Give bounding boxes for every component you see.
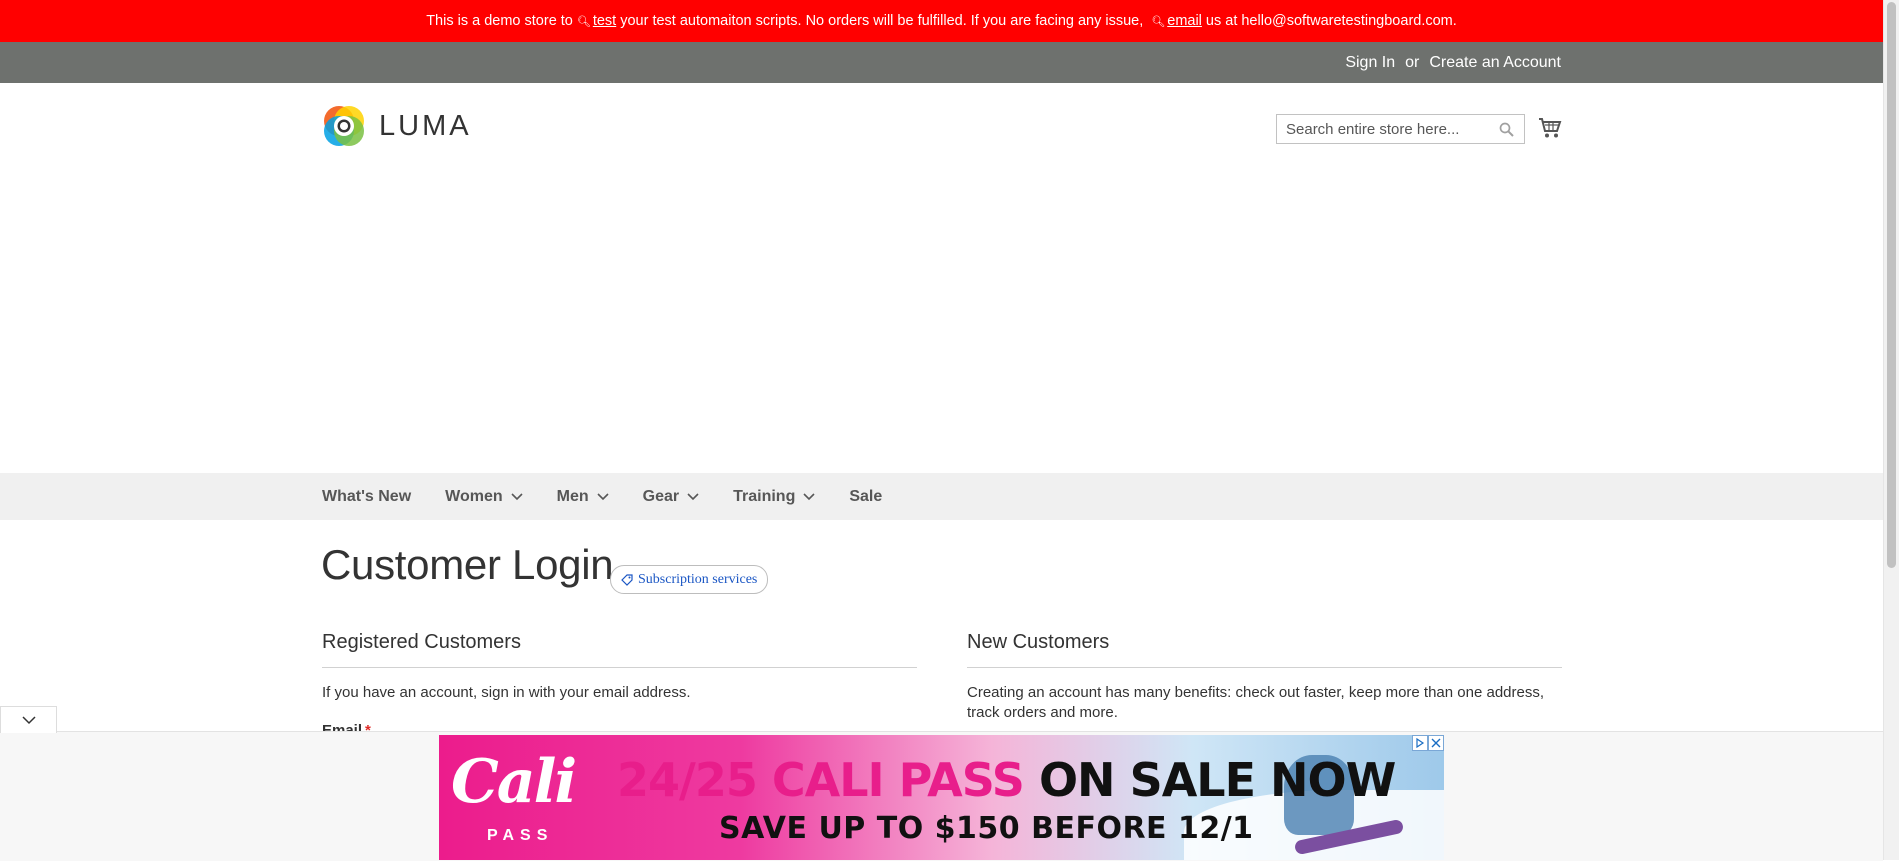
- store-logo[interactable]: LUMA: [322, 104, 472, 148]
- nav-item-training[interactable]: Training: [733, 488, 815, 506]
- ad-brand-logo: Cali: [451, 747, 577, 817]
- search-box: [1276, 114, 1525, 144]
- adchoices-icon[interactable]: [1412, 735, 1428, 751]
- search-icon[interactable]: [1499, 122, 1514, 142]
- nav-item-label: Women: [445, 487, 503, 505]
- search-input[interactable]: [1277, 119, 1498, 139]
- chevron-down-icon: [687, 492, 699, 500]
- cart-icon[interactable]: [1538, 117, 1562, 144]
- sign-in-link[interactable]: Sign In: [1345, 54, 1395, 72]
- nav-item-label: What's New: [322, 487, 412, 505]
- subscription-services-badge[interactable]: Subscription services: [610, 565, 769, 594]
- divider: [322, 667, 917, 668]
- badge-label: Subscription services: [638, 571, 758, 587]
- demo-notice-bar: This is a demo store to 🔍︎ test your tes…: [0, 0, 1883, 42]
- or-separator: or: [1405, 53, 1420, 71]
- ad-brand-sub: PASS: [487, 827, 554, 844]
- nav-item-women[interactable]: Women: [445, 487, 523, 506]
- nav-item-men[interactable]: Men: [557, 488, 609, 506]
- chevron-down-icon: [597, 492, 609, 500]
- scrollbar-thumb[interactable]: [1887, 2, 1896, 568]
- nav-item-whats-new[interactable]: What's New: [322, 488, 411, 506]
- nav-item-sale[interactable]: Sale: [849, 488, 882, 506]
- page-scrollbar[interactable]: [1883, 0, 1899, 860]
- tag-icon: [621, 573, 633, 586]
- chevron-down-icon: [21, 715, 36, 724]
- demo-notice-text-1: This is a demo store to: [426, 13, 573, 29]
- header-panel: Sign In or Create an Account: [0, 42, 1883, 83]
- nav-item-label: Training: [733, 487, 796, 505]
- ad-headline: 24/25 CALI PASS ON SALE NOW: [617, 753, 1396, 807]
- create-account-link[interactable]: Create an Account: [1429, 54, 1561, 72]
- ad-subline: SAVE UP TO $150 BEFORE 12/1: [719, 811, 1254, 846]
- ad-headline-dark: ON SALE NOW: [1038, 753, 1396, 807]
- advertisement[interactable]: Cali PASS 24/25 CALI PASS ON SALE NOW SA…: [439, 735, 1444, 860]
- ad-controls: [1412, 735, 1444, 751]
- nav-item-gear[interactable]: Gear: [643, 488, 699, 506]
- new-customers-intro: Creating an account has many benefits: c…: [967, 684, 1545, 721]
- luma-logo-icon: [324, 106, 364, 146]
- divider: [967, 667, 1562, 668]
- demo-notice-text-2: your test automaiton scripts. No orders …: [620, 13, 1144, 29]
- search-icon: 🔍︎: [576, 15, 591, 28]
- page-title: Customer Login: [321, 541, 614, 588]
- registered-intro: If you have an account, sign in with you…: [322, 684, 691, 701]
- ad-headline-pink: 24/25 CALI PASS: [617, 753, 1025, 807]
- page-header: [0, 83, 1883, 473]
- chevron-down-icon: [511, 492, 523, 500]
- registered-customers-title: Registered Customers: [322, 631, 521, 653]
- nav-item-label: Sale: [849, 487, 883, 505]
- new-customers-title: New Customers: [967, 631, 1110, 653]
- nav-item-label: Men: [556, 487, 589, 505]
- logo-wordmark: LUMA: [379, 109, 472, 142]
- chevron-down-icon: [803, 492, 815, 500]
- nav-item-label: Gear: [642, 487, 680, 505]
- demo-notice-test-link[interactable]: test: [593, 13, 616, 29]
- search-icon: 🔍︎: [1151, 15, 1166, 28]
- collapse-ad-button[interactable]: [0, 706, 57, 733]
- demo-notice-text-3: us at hello@softwaretestingboard.com.: [1205, 13, 1457, 29]
- main-navigation: What's New Women Men Gear Training Sale: [0, 473, 1883, 520]
- close-ad-icon[interactable]: [1428, 735, 1444, 751]
- demo-notice-email-link[interactable]: email: [1167, 13, 1202, 29]
